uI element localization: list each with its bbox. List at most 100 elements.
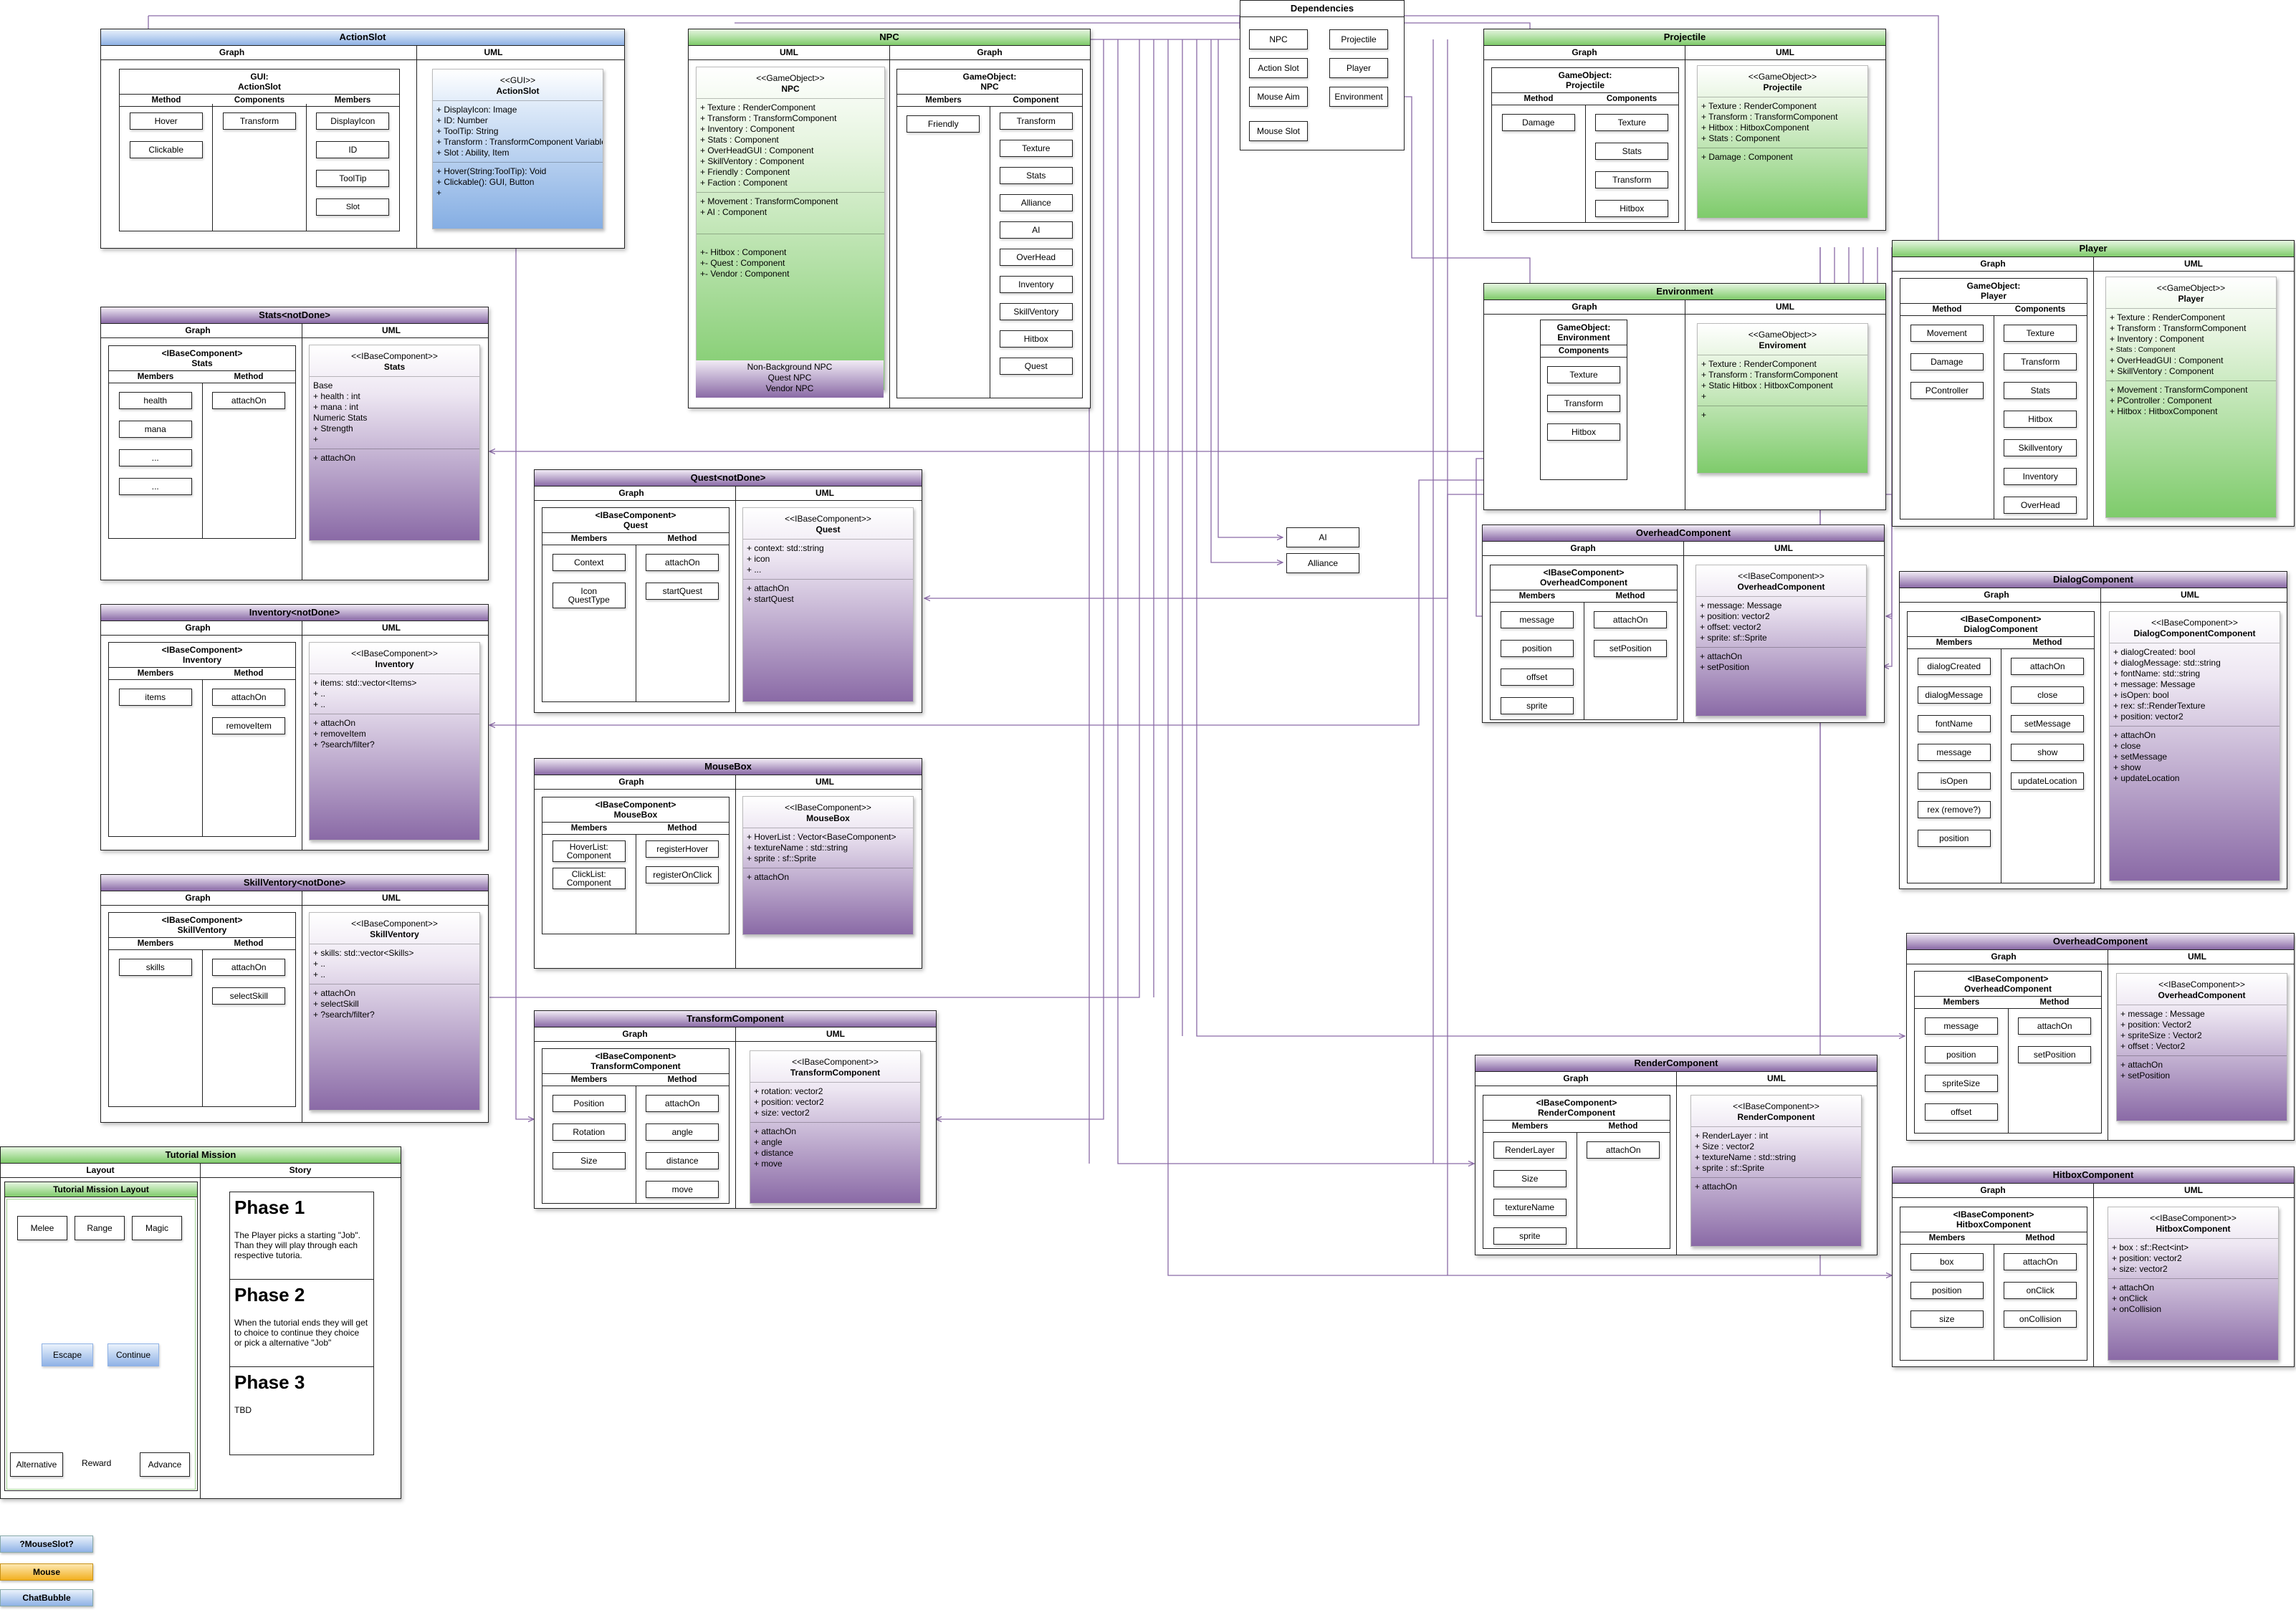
method-move[interactable]: move bbox=[646, 1181, 719, 1198]
component-inventory[interactable]: Inventory bbox=[2004, 468, 2077, 485]
member-size[interactable]: Size bbox=[552, 1152, 626, 1169]
method-hover[interactable]: Hover bbox=[129, 112, 203, 130]
method-close[interactable]: close bbox=[2011, 686, 2085, 704]
method-clickable[interactable]: Clickable bbox=[129, 141, 203, 158]
method-selectskill[interactable]: selectSkill bbox=[212, 987, 286, 1005]
component-alliance[interactable]: Alliance bbox=[999, 194, 1073, 211]
method-angle[interactable]: angle bbox=[646, 1123, 719, 1141]
legend-mouse[interactable]: Mouse bbox=[0, 1563, 93, 1581]
member-dialogcreated[interactable]: dialogCreated bbox=[1917, 658, 1991, 675]
legend-chatbubble[interactable]: ChatBubble bbox=[0, 1589, 93, 1606]
member-offset[interactable]: offset bbox=[1500, 669, 1574, 686]
member-isopen[interactable]: isOpen bbox=[1917, 772, 1991, 790]
member-more[interactable]: ... bbox=[118, 449, 192, 466]
node-continue[interactable]: Continue bbox=[107, 1343, 159, 1366]
member-sprite[interactable]: sprite bbox=[1500, 697, 1574, 714]
component-hitbox[interactable]: Hitbox bbox=[1547, 423, 1620, 441]
component-hitbox[interactable]: Hitbox bbox=[1595, 200, 1669, 217]
dep-mouse-slot[interactable]: Mouse Slot bbox=[1249, 121, 1308, 141]
member-displayicon[interactable]: DisplayIcon bbox=[316, 112, 390, 130]
component-transform[interactable]: Transform bbox=[1547, 395, 1620, 412]
member-health[interactable]: health bbox=[118, 392, 192, 409]
dep-action-slot[interactable]: Action Slot bbox=[1249, 58, 1308, 78]
method-pcontroller[interactable]: PController bbox=[1910, 382, 1984, 399]
member-slot[interactable]: Slot bbox=[316, 198, 390, 216]
component-texture[interactable]: Texture bbox=[1547, 366, 1620, 383]
method-attachon[interactable]: attachOn bbox=[1587, 1141, 1660, 1159]
member-more[interactable]: ... bbox=[118, 478, 192, 495]
method-attachon[interactable]: attachOn bbox=[212, 392, 286, 409]
method-attachon[interactable]: attachOn bbox=[212, 689, 286, 706]
method-updatelocation[interactable]: updateLocation bbox=[2011, 772, 2085, 790]
component-transform[interactable]: Transform bbox=[2004, 353, 2077, 370]
component-transform[interactable]: Transform bbox=[222, 112, 296, 130]
method-setmessage[interactable]: setMessage bbox=[2011, 715, 2085, 732]
method-registerhover[interactable]: registerHover bbox=[646, 840, 719, 858]
method-setposition[interactable]: setPosition bbox=[1594, 640, 1668, 657]
node-magic[interactable]: Magic bbox=[132, 1216, 182, 1240]
dep-projectile[interactable]: Projectile bbox=[1329, 29, 1388, 49]
method-attachon[interactable]: attachOn bbox=[2011, 658, 2085, 675]
method-attachon[interactable]: attachOn bbox=[646, 1095, 719, 1112]
component-texture[interactable]: Texture bbox=[2004, 325, 2077, 342]
method-setposition[interactable]: setPosition bbox=[2018, 1046, 2092, 1063]
member-offset[interactable]: offset bbox=[1924, 1103, 1998, 1121]
node-advance[interactable]: Advance bbox=[140, 1452, 190, 1477]
method-registeronclick[interactable]: registerOnClick bbox=[646, 866, 719, 883]
member-id[interactable]: ID bbox=[316, 141, 390, 158]
component-overhead[interactable]: OverHead bbox=[999, 249, 1073, 266]
member-position[interactable]: position bbox=[1910, 1282, 1984, 1299]
component-stats[interactable]: Stats bbox=[999, 167, 1073, 184]
member-skills[interactable]: skills bbox=[118, 959, 192, 976]
member-hoverlist[interactable]: HoverList: Component bbox=[552, 840, 626, 862]
member-sprite[interactable]: sprite bbox=[1493, 1227, 1566, 1245]
legend-mouseslot[interactable]: ?MouseSlot? bbox=[0, 1535, 93, 1553]
method-distance[interactable]: distance bbox=[646, 1152, 719, 1169]
member-texturename[interactable]: textureName bbox=[1493, 1199, 1566, 1216]
method-removeitem[interactable]: removeItem bbox=[212, 717, 286, 734]
method-startquest[interactable]: startQuest bbox=[646, 583, 719, 600]
component-transform[interactable]: Transform bbox=[999, 112, 1073, 130]
node-alternative[interactable]: Alternative bbox=[10, 1452, 63, 1477]
component-inventory[interactable]: Inventory bbox=[999, 276, 1073, 293]
node-melee[interactable]: Melee bbox=[17, 1216, 67, 1240]
method-oncollision[interactable]: onCollision bbox=[2004, 1310, 2077, 1328]
member-box[interactable]: box bbox=[1910, 1253, 1984, 1270]
member-size[interactable]: size bbox=[1910, 1310, 1984, 1328]
component-skillventory[interactable]: Skillventory bbox=[2004, 439, 2077, 456]
member-size[interactable]: Size bbox=[1493, 1170, 1566, 1187]
dep-player[interactable]: Player bbox=[1329, 58, 1388, 78]
member-position[interactable]: position bbox=[1500, 640, 1574, 657]
component-texture[interactable]: Texture bbox=[1595, 114, 1669, 131]
component-stats[interactable]: Stats bbox=[2004, 382, 2077, 399]
member-context[interactable]: Context bbox=[552, 554, 626, 571]
component-texture[interactable]: Texture bbox=[999, 140, 1073, 157]
component-quest[interactable]: Quest bbox=[999, 358, 1073, 375]
method-attachon[interactable]: attachOn bbox=[2018, 1017, 2092, 1035]
member-clicklist[interactable]: ClickList: Component bbox=[552, 868, 626, 889]
method-attachon[interactable]: attachOn bbox=[2004, 1253, 2077, 1270]
method-attachon[interactable]: attachOn bbox=[212, 959, 286, 976]
member-fontname[interactable]: fontName bbox=[1917, 715, 1991, 732]
member-mana[interactable]: mana bbox=[118, 421, 192, 438]
method-movement[interactable]: Movement bbox=[1910, 325, 1984, 342]
method-attachon[interactable]: attachOn bbox=[646, 554, 719, 571]
component-overhead[interactable]: OverHead bbox=[2004, 497, 2077, 514]
member-position[interactable]: position bbox=[1917, 830, 1991, 847]
dep-environment[interactable]: Environment bbox=[1329, 87, 1388, 107]
member-message[interactable]: message bbox=[1500, 611, 1574, 628]
method-show[interactable]: show bbox=[2011, 744, 2085, 761]
component-hitbox[interactable]: Hitbox bbox=[2004, 411, 2077, 428]
component-stats[interactable]: Stats bbox=[1595, 143, 1669, 160]
member-dialogmessage[interactable]: dialogMessage bbox=[1917, 686, 1991, 704]
ai-box[interactable]: AI bbox=[1286, 527, 1359, 547]
member-renderlayer[interactable]: RenderLayer bbox=[1493, 1141, 1566, 1159]
component-hitbox[interactable]: Hitbox bbox=[999, 330, 1073, 348]
member-position[interactable]: Position bbox=[552, 1095, 626, 1112]
component-ai[interactable]: AI bbox=[999, 221, 1073, 239]
dep-mouse-aim[interactable]: Mouse Aim bbox=[1249, 87, 1308, 107]
node-range[interactable]: Range bbox=[75, 1216, 125, 1240]
dep-npc[interactable]: NPC bbox=[1249, 29, 1308, 49]
member-spritesize[interactable]: spriteSize bbox=[1924, 1075, 1998, 1092]
method-attachon[interactable]: attachOn bbox=[1594, 611, 1668, 628]
